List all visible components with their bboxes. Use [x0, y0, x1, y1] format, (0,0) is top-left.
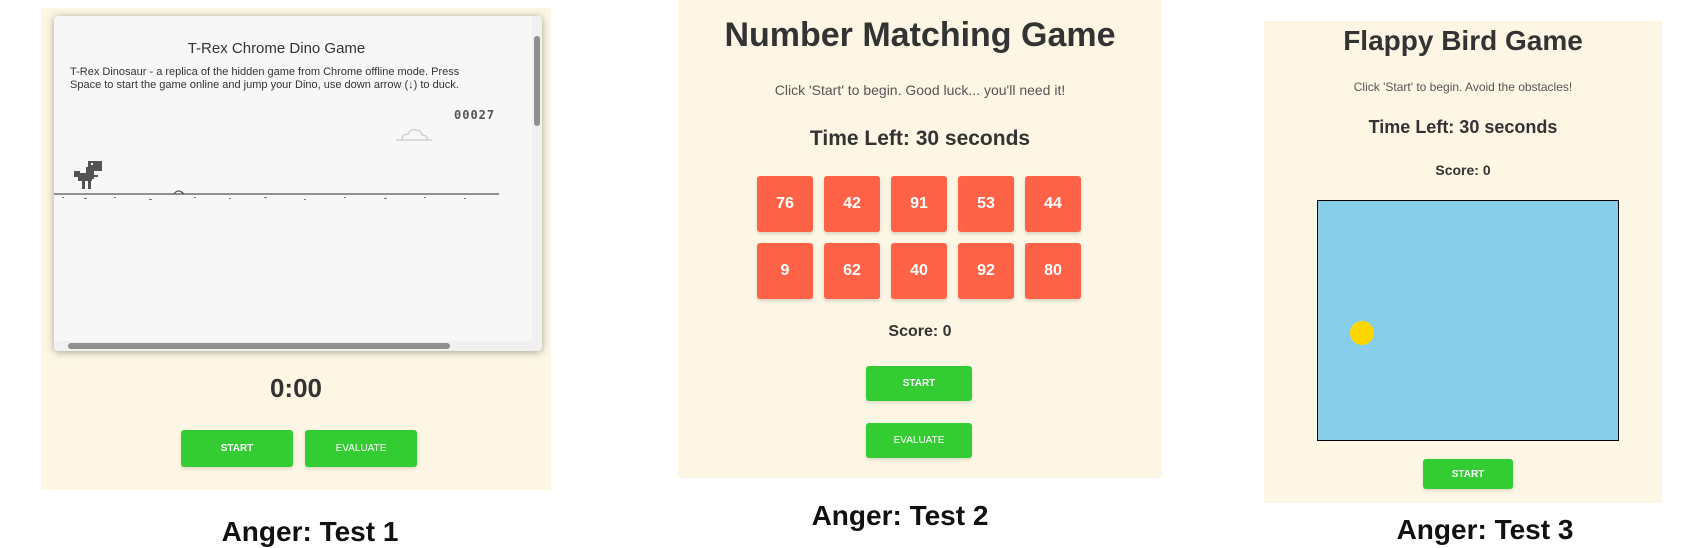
- test3-time-left: Time Left: 30 seconds: [1368, 117, 1558, 137]
- test1-caption: Anger: Test 1: [221, 516, 399, 547]
- dino-ground: [54, 190, 499, 200]
- dino-game-title: T-Rex Chrome Dino Game: [187, 40, 366, 57]
- test2-start-button[interactable]: START: [866, 366, 972, 401]
- cloud-icon: [396, 129, 432, 141]
- flappy-game-canvas[interactable]: [1317, 200, 1619, 441]
- vertical-scroll-thumb[interactable]: [534, 36, 540, 126]
- horizontal-scrollbar[interactable]: [54, 341, 542, 351]
- test3-start-button[interactable]: START: [1423, 459, 1513, 489]
- test3-score: Score: 0: [1435, 162, 1491, 178]
- horizontal-scroll-thumb[interactable]: [68, 343, 450, 349]
- test1-start-button[interactable]: START: [181, 430, 293, 467]
- number-tile[interactable]: 76: [757, 176, 813, 232]
- number-tile[interactable]: 91: [891, 176, 947, 232]
- dino-icon: [74, 161, 102, 189]
- test3-panel: Flappy Bird Game Click 'Start' to begin.…: [1264, 21, 1662, 503]
- number-tile[interactable]: 40: [891, 243, 947, 299]
- dino-game-description: T-Rex Dinosaur - a replica of the hidden…: [70, 66, 460, 91]
- test1-evaluate-button[interactable]: EVALUATE: [305, 430, 417, 467]
- test3-title: Flappy Bird Game: [1343, 25, 1583, 56]
- number-tile[interactable]: 92: [958, 243, 1014, 299]
- test2-time-left: Time Left: 30 seconds: [809, 127, 1031, 150]
- test2-instructions: Click 'Start' to begin. Good luck... you…: [774, 82, 1066, 98]
- number-tile[interactable]: 62: [824, 243, 880, 299]
- dino-game-window[interactable]: T-Rex Chrome Dino Game T-Rex Dinosaur - …: [54, 16, 542, 351]
- test3-caption: Anger: Test 3: [1396, 514, 1574, 545]
- test3-instructions: Click 'Start' to begin. Avoid the obstac…: [1353, 80, 1573, 94]
- vertical-scrollbar[interactable]: [532, 16, 542, 351]
- bird-icon: [1350, 321, 1374, 345]
- number-tile[interactable]: 53: [958, 176, 1014, 232]
- test2-panel: Number Matching Game Click 'Start' to be…: [678, 0, 1162, 478]
- test1-timer: 0:00: [269, 373, 323, 403]
- test2-title: Number Matching Game: [724, 16, 1116, 54]
- test1-panel: T-Rex Chrome Dino Game T-Rex Dinosaur - …: [41, 8, 551, 490]
- test2-score: Score: 0: [888, 323, 952, 340]
- number-tile[interactable]: 44: [1025, 176, 1081, 232]
- test2-caption: Anger: Test 2: [811, 500, 989, 531]
- number-tile[interactable]: 80: [1025, 243, 1081, 299]
- test2-evaluate-button[interactable]: EVALUATE: [866, 423, 972, 458]
- number-tile[interactable]: 9: [757, 243, 813, 299]
- number-tile[interactable]: 42: [824, 176, 880, 232]
- dino-score: 00027: [454, 108, 496, 122]
